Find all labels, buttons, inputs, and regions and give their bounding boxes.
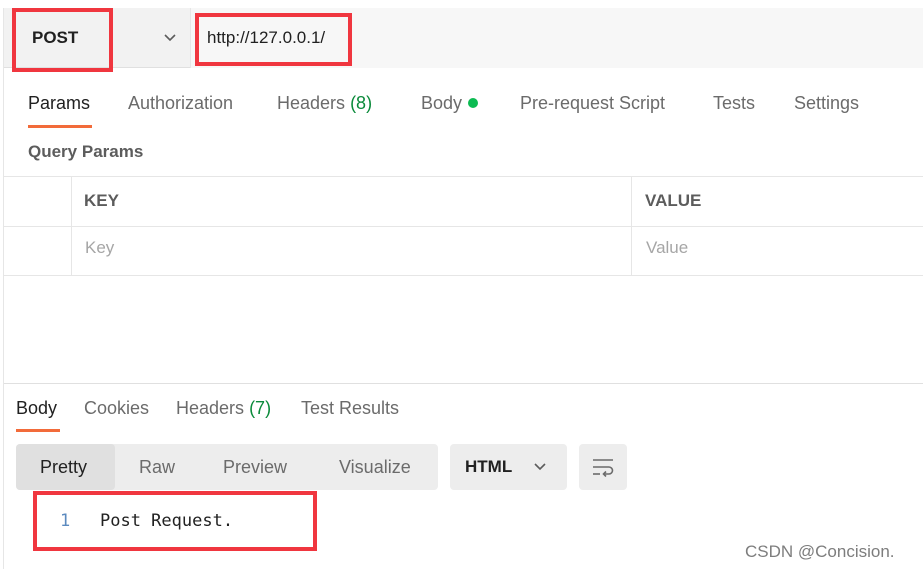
table-col-divider <box>71 176 72 276</box>
response-tab-body[interactable]: Body <box>16 398 57 419</box>
view-mode-preview[interactable]: Preview <box>223 457 287 478</box>
tab-body[interactable]: Body <box>421 93 479 114</box>
table-row-divider <box>4 226 923 227</box>
tab-label: Body <box>16 398 58 418</box>
wrap-lines-icon <box>593 459 614 477</box>
tab-params[interactable]: Params <box>28 93 90 114</box>
tab-label: Body <box>421 93 463 113</box>
table-col-divider <box>631 176 632 276</box>
method-highlight-box <box>12 8 113 72</box>
tab-label: Test Results <box>301 398 400 418</box>
response-tab-test-results[interactable]: Test Results <box>301 398 399 419</box>
tab-label: Authorization <box>128 93 234 113</box>
response-highlight-box <box>33 491 317 551</box>
tab-tests[interactable]: Tests <box>713 93 755 114</box>
key-input[interactable]: Key <box>85 238 114 258</box>
column-header-key: KEY <box>84 191 119 210</box>
tab-pre-request-script[interactable]: Pre-request Script <box>520 93 665 114</box>
tab-label: Headers <box>176 398 245 418</box>
view-mode-visualize[interactable]: Visualize <box>339 457 411 478</box>
tab-label: Params <box>28 93 91 113</box>
view-mode-pretty[interactable]: Pretty <box>40 457 87 478</box>
tab-label: Headers <box>277 93 346 113</box>
format-select[interactable]: HTML <box>450 444 567 490</box>
tab-count: (7) <box>249 398 272 418</box>
active-tab-underline <box>28 125 92 128</box>
view-mode-raw[interactable]: Raw <box>139 457 175 478</box>
response-tab-headers[interactable]: Headers (7) <box>176 398 271 419</box>
watermark: CSDN @Concision. <box>745 542 895 561</box>
tab-headers[interactable]: Headers (8) <box>277 93 372 114</box>
tab-settings[interactable]: Settings <box>794 93 859 114</box>
tab-label: Cookies <box>84 398 150 418</box>
response-panel-divider[interactable] <box>4 383 923 384</box>
tab-count: (8) <box>350 93 373 113</box>
tab-label: Pre-request Script <box>520 93 666 113</box>
tab-authorization[interactable]: Authorization <box>128 93 233 114</box>
response-tab-cookies[interactable]: Cookies <box>84 398 149 419</box>
active-response-tab-underline <box>16 429 60 432</box>
format-label: HTML <box>465 457 513 476</box>
tab-label: Tests <box>713 93 756 113</box>
column-header-value: VALUE <box>645 191 702 210</box>
value-input[interactable]: Value <box>646 238 688 258</box>
tab-label: Settings <box>794 93 860 113</box>
panel-left-edge <box>3 8 4 569</box>
wrap-lines-button[interactable] <box>579 444 627 490</box>
chevron-down-icon <box>164 34 176 42</box>
chevron-down-icon <box>534 463 546 471</box>
green-dot-icon <box>468 98 479 108</box>
query-params-title: Query Params <box>28 142 144 161</box>
url-highlight-box <box>195 13 352 66</box>
